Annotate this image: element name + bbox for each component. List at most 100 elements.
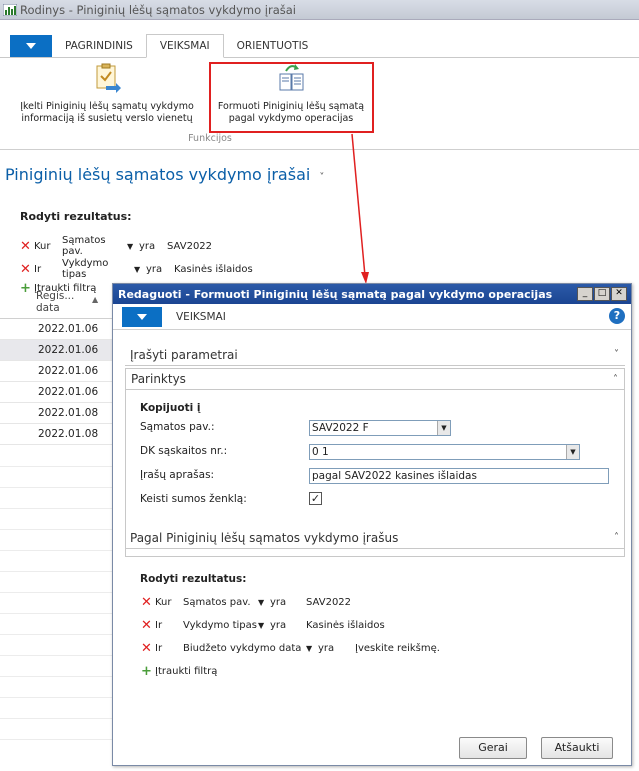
app-menu-button[interactable] <box>10 35 52 57</box>
tab-veiksmai[interactable]: VEIKSMAI <box>145 34 224 58</box>
title-dropdown-icon[interactable]: ˅ <box>319 172 324 183</box>
empty-row-line <box>0 529 112 530</box>
import-execution-label-1: Įkelti Piniginių lėšų sąmatų vykdymo <box>20 101 194 112</box>
close-icon[interactable]: ✕ <box>611 287 627 301</box>
filter-cmp: yra <box>270 597 287 608</box>
change-sign-label: Keisti sumos ženklą: <box>140 493 247 505</box>
filter-value[interactable]: Kasinės išlaidos <box>306 620 385 631</box>
table-row[interactable]: 2022.01.06 <box>0 319 112 340</box>
window-titlebar: Rodinys - Piniginių lėšų sąmatos vykdymo… <box>0 0 639 20</box>
filter-value[interactable]: SAV2022 <box>167 241 212 252</box>
budget-name-label: Sąmatos pav.: <box>140 421 215 433</box>
change-sign-checkbox[interactable]: ✓ <box>309 492 322 505</box>
remove-filter-icon[interactable]: ✕ <box>141 595 155 610</box>
table-row[interactable]: 2022.01.06 <box>0 382 112 403</box>
table-row-selected[interactable]: 2022.01.06 <box>0 340 112 361</box>
remove-filter-icon[interactable]: ✕ <box>20 239 34 254</box>
filter-cmp: yra <box>139 240 156 252</box>
page-title: Piniginių lėšų sąmatos vykdymo įrašai ˅ <box>5 165 324 184</box>
add-filter-icon[interactable]: + <box>141 664 155 679</box>
filter-row-1: ✕ Kur Sąmatos pav. ▼ yra SAV2022 <box>20 235 212 257</box>
empty-row-line <box>0 697 112 698</box>
dialog-filter-row-2: ✕ Ir Vykdymo tipas ▼ yra Kasinės išlaido… <box>141 618 385 633</box>
filter-field-dropdown-icon[interactable]: ▼ <box>258 598 270 607</box>
empty-row-line <box>0 613 112 614</box>
filter-field[interactable]: Vykdymo tipas <box>183 620 258 631</box>
ribbon-tabs: PAGRINDINIS VEIKSMAI ORIENTUOTIS <box>0 34 639 58</box>
filter-field[interactable]: Biudžeto vykdymo data <box>183 643 306 654</box>
remove-filter-icon[interactable]: ✕ <box>20 262 34 277</box>
maximize-icon[interactable]: □ <box>594 287 610 301</box>
dialog-add-filter-row[interactable]: + Įtraukti filtrą <box>141 664 217 679</box>
empty-row-line <box>0 739 112 740</box>
clipboard-import-icon <box>96 63 121 93</box>
filter-value[interactable]: SAV2022 <box>306 597 351 608</box>
empty-row-line <box>0 466 112 467</box>
add-filter-icon[interactable]: + <box>20 281 34 296</box>
filter-value[interactable]: Kasinės išlaidos <box>174 264 253 275</box>
cancel-button[interactable]: Atšaukti <box>541 737 613 759</box>
fasttab-records[interactable]: Pagal Piniginių lėšų sąmatos vykdymo įra… <box>125 527 625 549</box>
dialog-menu-button[interactable] <box>122 306 162 327</box>
filter-field-dropdown-icon[interactable]: ▼ <box>127 242 139 251</box>
gl-account-value: 0 1 <box>312 446 329 458</box>
dialog-title: Redaguoti - Formuoti Piniginių lėšų sąma… <box>118 287 553 301</box>
column-header-registration-date[interactable]: Regis... data <box>36 290 74 314</box>
filter-op: Kur <box>34 240 51 252</box>
filter-cmp: yra <box>146 263 163 275</box>
fasttab-params[interactable]: Įrašyti parametrai ˅ <box>125 344 625 366</box>
filter-field-dropdown-icon[interactable]: ▼ <box>258 621 270 630</box>
dialog-tabs: VEIKSMAI <box>113 304 631 330</box>
budget-name-select[interactable]: SAV2022 F ▼ <box>309 420 451 436</box>
tab-orientuotis[interactable]: ORIENTUOTIS <box>224 35 322 57</box>
copy-to-heading: Kopijuoti į <box>140 402 201 414</box>
filter-field-dropdown-icon[interactable]: ▼ <box>134 265 146 274</box>
entry-description-label: Įrašų aprašas: <box>140 469 215 481</box>
dropdown-arrow-icon[interactable]: ▼ <box>437 421 450 435</box>
table-row[interactable]: 2022.01.08 <box>0 403 112 424</box>
empty-row-line <box>0 487 112 488</box>
column-header-line1: Regis... <box>36 290 75 302</box>
column-header-line2: data <box>36 302 60 314</box>
empty-row-line <box>0 634 112 635</box>
gl-account-select[interactable]: 0 1 ▼ <box>309 444 580 460</box>
chevron-up-icon[interactable]: ˄ <box>614 532 619 543</box>
tab-pagrindinis[interactable]: PAGRINDINIS <box>52 35 146 57</box>
ok-button[interactable]: Gerai <box>459 737 527 759</box>
filter-field[interactable]: Sąmatos pav. <box>62 235 127 257</box>
empty-row-line <box>0 508 112 509</box>
empty-row-line <box>0 550 112 551</box>
import-execution-button[interactable]: Įkelti Piniginių lėšų sąmatų vykdymo inf… <box>4 62 210 125</box>
dropdown-arrow-icon[interactable]: ▼ <box>566 445 579 459</box>
sort-ascending-icon: ▲ <box>92 295 99 304</box>
filter-op: Kur <box>155 597 172 608</box>
filter-op: Ir <box>155 643 163 654</box>
edit-dialog: Redaguoti - Formuoti Piniginių lėšų sąma… <box>112 283 632 766</box>
filter-row-2: ✕ Ir Vykdymo tipas ▼ yra Kasinės išlaido… <box>20 258 253 280</box>
fasttab-params-label: Įrašyti parametrai <box>130 347 238 362</box>
entry-description-input[interactable]: pagal SAV2022 kasines išlaidas <box>309 468 609 484</box>
filter-field-dropdown-icon[interactable]: ▼ <box>306 644 318 653</box>
filter-field[interactable]: Sąmatos pav. <box>183 597 258 608</box>
dialog-filters-title: Rodyti rezultatus: <box>140 573 247 585</box>
ribbon-group-label: Funkcijos <box>188 133 232 144</box>
filter-cmp: yra <box>270 620 287 631</box>
remove-filter-icon[interactable]: ✕ <box>141 618 155 633</box>
empty-row-line <box>0 592 112 593</box>
entry-description-value: pagal SAV2022 kasines išlaidas <box>312 470 477 482</box>
fasttab-records-label: Pagal Piniginių lėšų sąmatos vykdymo įra… <box>130 530 399 545</box>
filter-field[interactable]: Vykdymo tipas <box>62 258 134 280</box>
add-filter-label[interactable]: Įtraukti filtrą <box>155 666 217 677</box>
budget-name-value: SAV2022 F <box>312 422 369 434</box>
filter-value[interactable]: Įveskite reikšmę. <box>355 643 440 654</box>
help-icon[interactable]: ? <box>609 308 625 324</box>
table-row[interactable]: 2022.01.08 <box>0 424 112 445</box>
minimize-icon[interactable]: _ <box>577 287 593 301</box>
remove-filter-icon[interactable]: ✕ <box>141 641 155 656</box>
chevron-down-icon <box>26 43 36 49</box>
highlight-box <box>209 62 374 133</box>
chevron-down-icon[interactable]: ˅ <box>614 349 619 360</box>
dialog-tab-veiksmai[interactable]: VEIKSMAI <box>176 311 226 323</box>
filter-op: Ir <box>155 620 163 631</box>
table-row[interactable]: 2022.01.06 <box>0 361 112 382</box>
